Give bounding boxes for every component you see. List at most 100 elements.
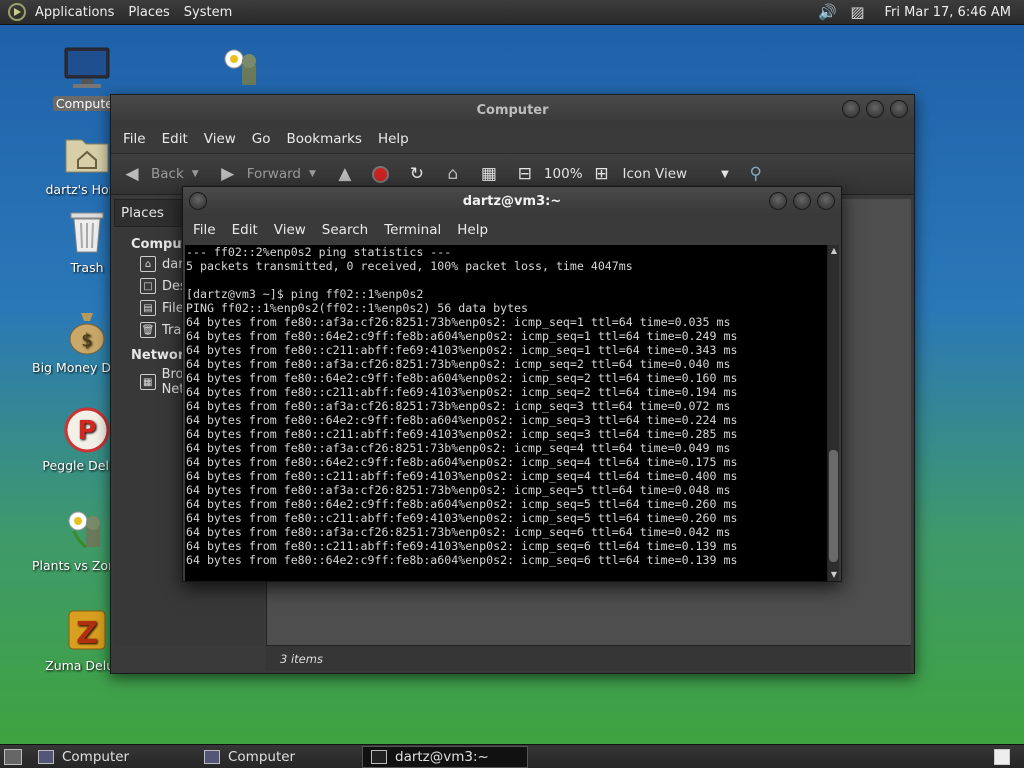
scroll-thumb[interactable] [829, 450, 838, 562]
terminal-line: 64 bytes from fe80::c211:abff:fe69:4103%… [186, 539, 738, 553]
taskbar-item-label: Computer [228, 748, 296, 765]
menu-edit[interactable]: Edit [154, 131, 196, 147]
close-button[interactable] [890, 100, 908, 118]
workspace-switcher-icon[interactable] [994, 748, 1010, 765]
menu-bookmarks[interactable]: Bookmarks [279, 131, 370, 147]
stop-button[interactable] [370, 163, 392, 185]
terminal-line: PING ff02::1%enp0s2(ff02::1%enp0s2) 56 d… [186, 301, 529, 315]
menu-file[interactable]: File [185, 222, 224, 238]
terminal-line: 64 bytes from fe80::c211:abff:fe69:4103%… [186, 427, 738, 441]
back-arrow-icon: ◀ [125, 164, 139, 184]
svg-text:Z: Z [76, 616, 98, 651]
svg-text:$: $ [81, 330, 92, 351]
terminal-line: 5 packets transmitted, 0 received, 100% … [186, 259, 633, 273]
window-titlebar[interactable]: dartz@vm3:~ [183, 187, 841, 215]
zoom-in-icon[interactable]: ⊞ [591, 163, 613, 185]
minimize-button[interactable] [842, 100, 860, 118]
status-bar: 3 items [266, 645, 911, 671]
plants-icon [63, 506, 111, 554]
menu-edit[interactable]: Edit [224, 222, 266, 238]
menu-view[interactable]: View [266, 222, 314, 238]
search-icon: ⚲ [749, 164, 762, 184]
terminal-line: 64 bytes from fe80::64e2:c9ff:fe8b:a604%… [186, 329, 738, 343]
trash-icon [63, 208, 111, 256]
menu-file[interactable]: File [115, 131, 154, 147]
forward-button[interactable]: ▶ Forward ▼ [217, 163, 316, 185]
computer-button[interactable]: ▦ [478, 163, 500, 185]
home-icon: ⌂ [140, 256, 156, 272]
window-titlebar[interactable]: Computer [111, 95, 914, 125]
terminal-output[interactable]: --- ff02::2%enp0s2 ping statistics --- 5 … [185, 245, 828, 581]
terminal-line: 64 bytes from fe80::c211:abff:fe69:4103%… [186, 469, 738, 483]
show-desktop-icon[interactable] [4, 748, 22, 765]
window-title: dartz@vm3:~ [462, 193, 562, 209]
window-title: Computer [476, 102, 549, 118]
maximize-button[interactable] [866, 100, 884, 118]
terminal-line: 64 bytes from fe80::c211:abff:fe69:4103%… [186, 343, 738, 357]
scroll-down-icon[interactable]: ▼ [828, 569, 840, 581]
menu-applications[interactable]: Applications [28, 5, 121, 20]
terminal-scrollbar[interactable]: ▲ ▼ [827, 245, 839, 581]
chevron-down-icon: ▼ [721, 168, 729, 180]
trash-icon: 🗑 [140, 322, 156, 338]
reload-button[interactable]: ↻ [406, 163, 428, 185]
zuma-icon: Z [63, 606, 111, 654]
terminal-line: 64 bytes from fe80::af3a:cf26:8251:73b%e… [186, 525, 731, 539]
window-menu-button[interactable] [189, 192, 207, 210]
home-button[interactable]: ⌂ [442, 163, 464, 185]
forward-label: Forward [246, 166, 301, 182]
menu-terminal[interactable]: Terminal [376, 222, 449, 238]
maximize-button[interactable] [793, 192, 811, 210]
up-arrow-icon: ▲ [338, 164, 352, 184]
clock[interactable]: Fri Mar 17, 6:46 AM [877, 5, 1018, 20]
taskbar-item-label: Computer [62, 748, 130, 765]
menu-view[interactable]: View [196, 131, 244, 147]
computer-icon [38, 749, 54, 764]
terminal-line: 64 bytes from fe80::af3a:cf26:8251:73b%e… [186, 399, 731, 413]
menu-system[interactable]: System [177, 5, 239, 20]
minimize-button[interactable] [769, 192, 787, 210]
taskbar-item[interactable]: Computer [196, 746, 362, 768]
desktop-icon-plants-extra[interactable] [188, 44, 298, 96]
menu-search[interactable]: Search [314, 222, 376, 238]
terminal-line: [dartz@vm3 ~]$ ping ff02::1%enp0s2 [186, 287, 424, 301]
taskbar-item[interactable]: Computer [30, 746, 196, 768]
home-icon: ⌂ [447, 164, 459, 184]
stop-icon [370, 163, 392, 185]
close-button[interactable] [817, 192, 835, 210]
window-controls [769, 192, 835, 210]
zoom-out-icon[interactable]: ⊟ [514, 163, 536, 185]
menu-places[interactable]: Places [121, 5, 176, 20]
scroll-up-icon[interactable]: ▲ [828, 245, 840, 257]
terminal-icon [371, 749, 387, 764]
forward-arrow-icon: ▶ [221, 164, 235, 184]
view-mode-select[interactable]: Icon View ▼ [623, 166, 729, 182]
volume-icon[interactable]: 🔊 [817, 2, 837, 22]
network-icon[interactable]: ▨ [847, 2, 867, 22]
top-panel: Applications Places System 🔊 ▨ Fri Mar 1… [0, 0, 1024, 25]
taskbar-item-active[interactable]: dartz@vm3:~ [362, 745, 528, 768]
terminal-line: 64 bytes from fe80::af3a:cf26:8251:73b%e… [186, 483, 731, 497]
terminal-line: 64 bytes from fe80::af3a:cf26:8251:73b%e… [186, 441, 731, 455]
back-button[interactable]: ◀ Back ▼ [121, 163, 199, 185]
sidebar-header-label: Places [121, 205, 164, 221]
chevron-down-icon: ▼ [191, 169, 199, 179]
menu-go[interactable]: Go [244, 131, 279, 147]
window-controls [842, 100, 908, 118]
menu-help[interactable]: Help [449, 222, 496, 238]
distro-logo-icon[interactable] [8, 3, 26, 21]
menu-help[interactable]: Help [370, 131, 417, 147]
zoom-control: ⊟ 100% ⊞ [514, 163, 613, 185]
home-folder-icon [63, 130, 111, 178]
terminal-line: 64 bytes from fe80::64e2:c9ff:fe8b:a604%… [186, 371, 738, 385]
up-button[interactable]: ▲ [334, 163, 356, 185]
computer-icon: ▦ [480, 164, 497, 184]
desktop-icon: □ [140, 278, 156, 294]
view-mode-label: Icon View [622, 166, 688, 182]
terminal-line: 64 bytes from fe80::af3a:cf26:8251:73b%e… [186, 357, 731, 371]
item-count: 3 items [280, 651, 323, 666]
terminal-line: 64 bytes from fe80::64e2:c9ff:fe8b:a604%… [186, 455, 738, 469]
search-button[interactable]: ⚲ [745, 163, 767, 185]
reload-icon: ↻ [409, 164, 425, 184]
